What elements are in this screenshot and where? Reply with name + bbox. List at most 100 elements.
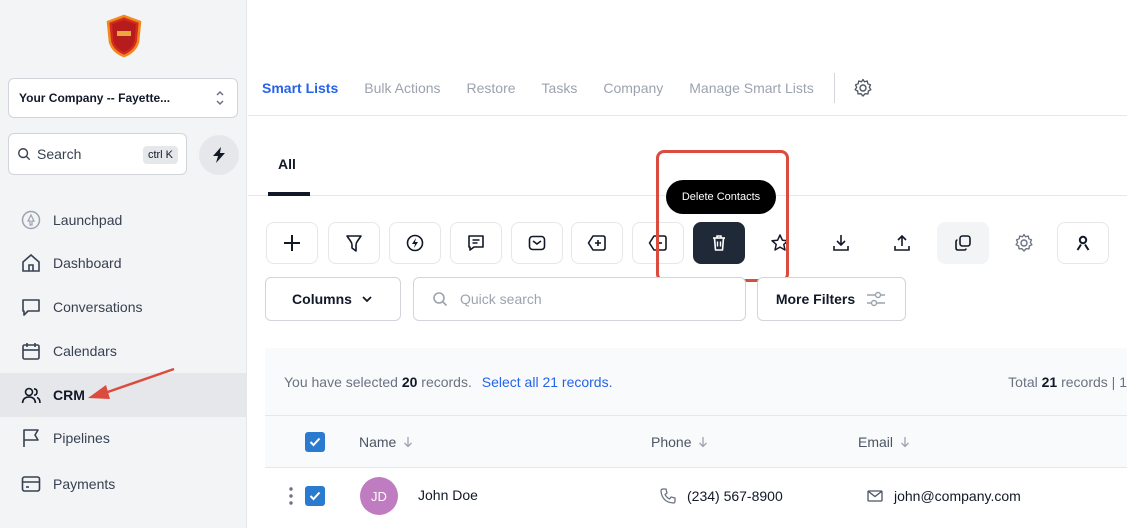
assign-user-button[interactable]	[1057, 222, 1109, 264]
column-header-phone[interactable]: Phone	[651, 434, 709, 450]
sidebar-item-label: Pipelines	[53, 430, 110, 446]
shield-logo-icon[interactable]	[105, 14, 143, 58]
review-request-button[interactable]	[754, 222, 806, 264]
sidebar-item-crm[interactable]: CRM	[0, 373, 247, 417]
merge-button[interactable]	[937, 222, 989, 264]
selection-suffix: records.	[421, 374, 472, 390]
sidebar: Your Company -- Fayette... Search ctrl K…	[0, 0, 247, 528]
selection-prefix: You have selected	[284, 374, 398, 390]
search-shortcut-badge: ctrl K	[142, 146, 178, 164]
plus-icon	[284, 235, 300, 251]
selection-text: You have selected 20 records. Select all…	[284, 374, 612, 390]
tab-tasks[interactable]: Tasks	[542, 80, 578, 96]
quick-search-input[interactable]: Quick search	[413, 277, 746, 321]
sidebar-item-payments[interactable]: Payments	[0, 462, 247, 506]
mail-icon	[867, 490, 883, 502]
chevron-down-icon	[362, 296, 372, 303]
calendar-icon	[22, 343, 40, 360]
sidebar-item-label: CRM	[53, 387, 85, 403]
tab-all[interactable]: All	[278, 156, 296, 172]
sort-arrow-down-icon	[699, 437, 708, 448]
message-icon	[468, 235, 484, 251]
star-icon	[771, 234, 789, 251]
sort-arrow-down-icon	[901, 437, 909, 448]
check-icon	[309, 491, 321, 501]
total-prefix: Total	[1008, 374, 1038, 390]
person-icon	[1076, 235, 1090, 251]
select-all-link[interactable]: Select all 21 records.	[482, 374, 613, 390]
sidebar-item-conversations[interactable]: Conversations	[0, 285, 247, 329]
sliders-icon	[867, 291, 886, 307]
sidebar-item-label: Conversations	[53, 299, 143, 315]
sidebar-item-pipelines[interactable]: Pipelines	[0, 416, 247, 460]
active-tab-indicator	[268, 192, 310, 196]
company-name: Your Company -- Fayette...	[19, 91, 171, 105]
tab-company[interactable]: Company	[603, 80, 663, 96]
send-sms-button[interactable]	[450, 222, 502, 264]
filter-icon	[346, 235, 362, 252]
quick-search-placeholder: Quick search	[460, 291, 542, 307]
contact-name[interactable]: John Doe	[418, 487, 478, 503]
delete-contacts-button[interactable]	[693, 222, 745, 264]
users-icon	[21, 387, 41, 404]
tab-smart-lists[interactable]: Smart Lists	[262, 80, 338, 96]
column-header-email[interactable]: Email	[858, 434, 911, 450]
quick-actions-button[interactable]	[199, 135, 239, 175]
add-contact-button[interactable]	[266, 222, 318, 264]
tab-bulk-actions[interactable]: Bulk Actions	[364, 80, 440, 96]
sidebar-item-dashboard[interactable]: Dashboard	[0, 241, 247, 285]
chat-bubble-icon	[22, 299, 40, 316]
total-suffix: records | 1	[1061, 374, 1127, 390]
table-header: Name Phone Email	[265, 416, 1127, 468]
import-button[interactable]	[876, 222, 928, 264]
drag-handle-icon[interactable]	[288, 485, 294, 507]
top-nav: Smart Lists Bulk Actions Restore Tasks C…	[248, 60, 1127, 116]
company-switcher[interactable]: Your Company -- Fayette...	[8, 78, 238, 118]
divider	[833, 72, 835, 103]
avatar: JD	[360, 477, 398, 515]
contacts-table: You have selected 20 records. Select all…	[265, 348, 1127, 528]
select-all-checkbox[interactable]	[305, 432, 325, 452]
table-row[interactable]: JD John Doe (234) 567-8900 john@company.…	[265, 468, 1127, 524]
settings-icon	[1015, 233, 1033, 252]
sidebar-item-calendars[interactable]: Calendars	[0, 329, 247, 373]
contact-email[interactable]: john@company.com	[866, 487, 1021, 505]
sidebar-search[interactable]: Search ctrl K	[8, 133, 187, 175]
row-checkbox[interactable]	[305, 486, 325, 506]
email-text: john@company.com	[894, 488, 1021, 504]
toolbar-settings-button[interactable]	[998, 222, 1050, 264]
columns-button[interactable]: Columns	[265, 277, 401, 321]
credit-card-icon	[21, 476, 41, 492]
tab-restore[interactable]: Restore	[467, 80, 516, 96]
tab-manage-smart-lists[interactable]: Manage Smart Lists	[689, 80, 814, 96]
settings-gear-icon[interactable]	[853, 78, 873, 98]
export-button[interactable]	[815, 222, 867, 264]
selected-count: 20	[401, 374, 418, 390]
search-icon	[18, 148, 31, 161]
remove-tag-button[interactable]	[632, 222, 684, 264]
delete-contacts-tooltip: Delete Contacts	[666, 180, 776, 214]
flag-icon	[23, 429, 39, 447]
selection-bar: You have selected 20 records. Select all…	[265, 348, 1127, 416]
more-filters-button[interactable]: More Filters	[757, 277, 906, 321]
pipeline-button[interactable]	[328, 222, 380, 264]
workflow-icon	[406, 234, 424, 252]
upload-icon	[894, 234, 910, 251]
add-to-workflow-button[interactable]	[389, 222, 441, 264]
column-header-name[interactable]: Name	[359, 434, 414, 450]
total-count: 21	[1041, 374, 1058, 390]
add-tag-icon	[587, 235, 606, 251]
launchpad-icon	[21, 210, 41, 230]
contact-phone[interactable]: (234) 567-8900	[659, 487, 783, 505]
check-icon	[309, 437, 321, 447]
header-label: Email	[858, 434, 894, 450]
sidebar-item-label: Payments	[53, 476, 116, 492]
sidebar-item-label: Launchpad	[53, 212, 123, 228]
search-label: Search	[37, 146, 82, 162]
add-tag-button[interactable]	[571, 222, 623, 264]
send-email-button[interactable]	[511, 222, 563, 264]
sidebar-item-launchpad[interactable]: Launchpad	[0, 198, 247, 242]
home-icon	[22, 253, 40, 272]
total-records: Total 21 records | 1	[1008, 374, 1127, 390]
mail-icon	[528, 235, 546, 251]
